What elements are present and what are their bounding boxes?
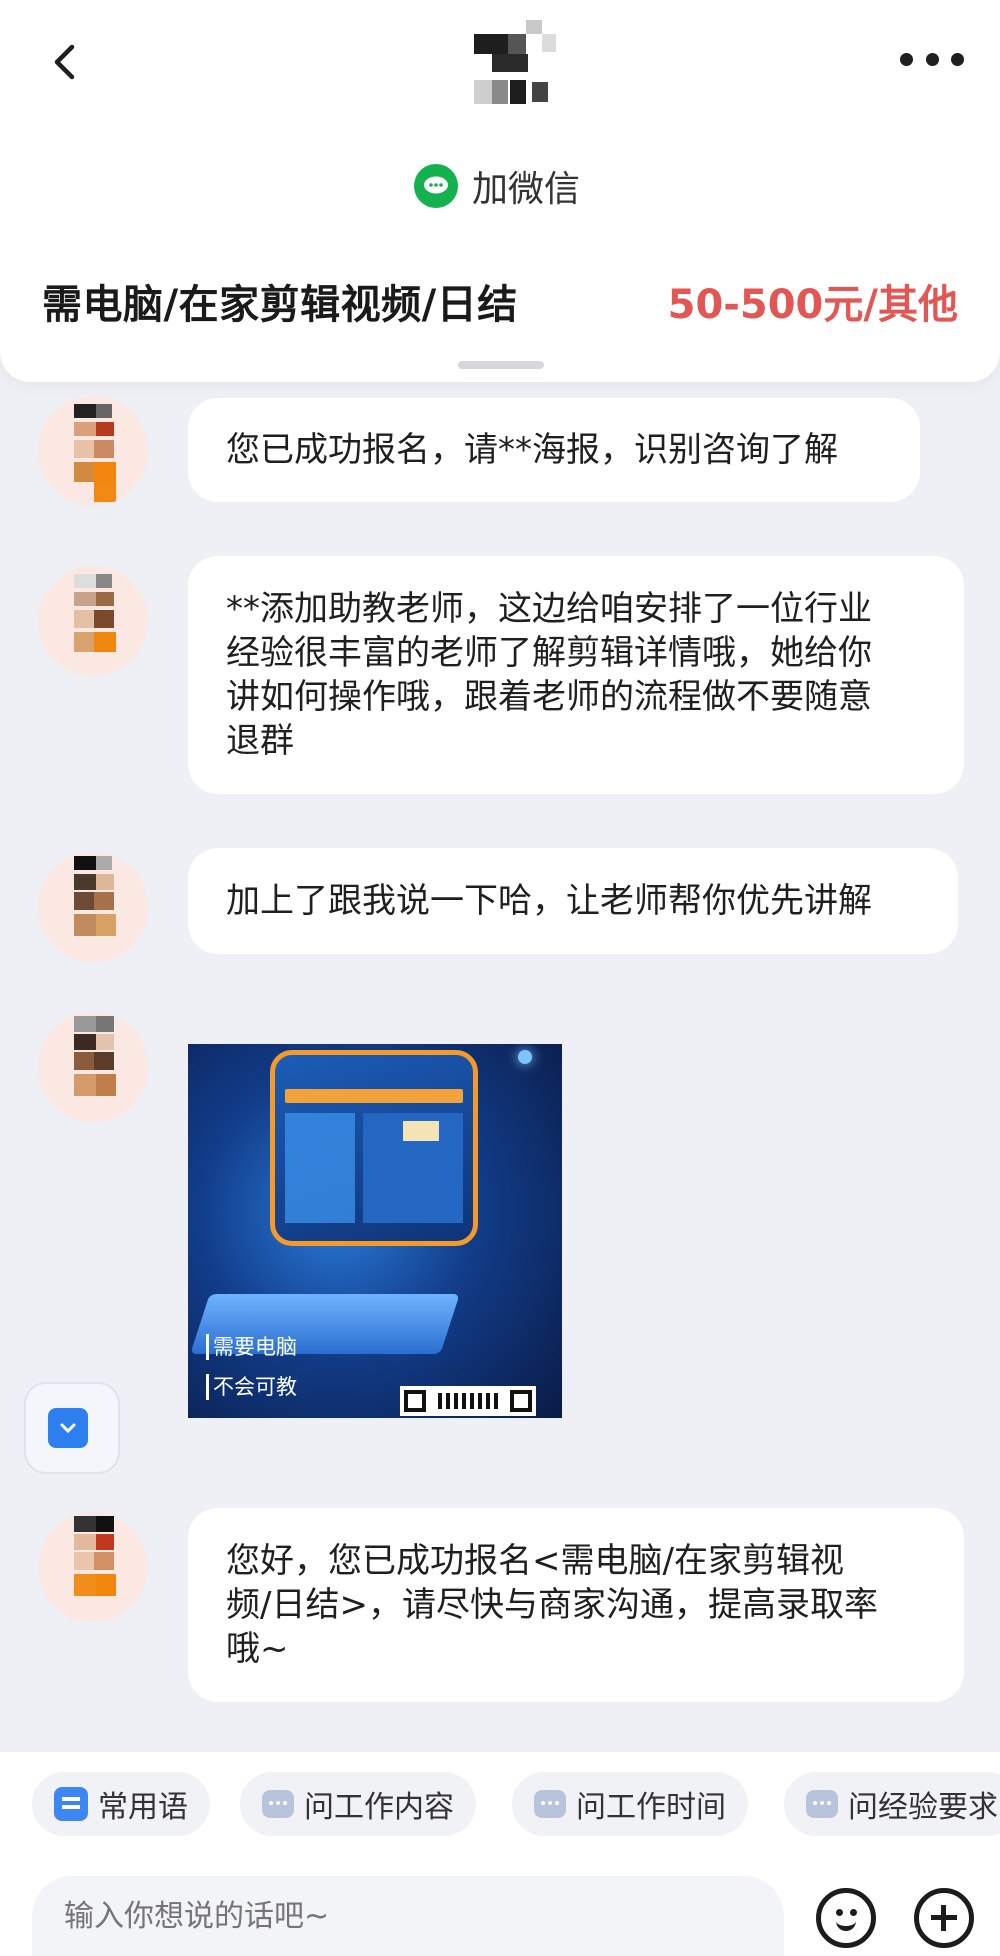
image-tag: 需要电脑 <box>206 1334 297 1360</box>
wechat-label: 加微信 <box>472 169 581 210</box>
monitor-illustration <box>270 1050 478 1246</box>
quick-reply-experience[interactable]: 问经验要求 <box>784 1772 1000 1836</box>
bottom-input-bar: 常用语 问工作内容 问工作时间 问经验要求 <box>0 1752 1000 1956</box>
message-text: **添加助教老师，这边给咱安排了一位行业 经验很丰富的老师了解剪辑详情哦，她给你… <box>226 589 872 761</box>
image-message[interactable]: 需要电脑 不会可教 <box>188 1044 562 1418</box>
message-text: 您已成功报名，请**海报，识别咨询了解 <box>226 430 838 470</box>
message-bubble[interactable]: **添加助教老师，这边给咱安排了一位行业 经验很丰富的老师了解剪辑详情哦，她给你… <box>188 556 964 794</box>
more-button[interactable] <box>900 42 964 76</box>
quick-reply-job-time[interactable]: 问工作时间 <box>512 1772 748 1836</box>
plus-button[interactable] <box>914 1888 974 1948</box>
floating-shortcut-button[interactable] <box>24 1382 120 1474</box>
message-bubble[interactable]: 您好，您已成功报名<需电脑/在家剪辑视 频/日结>，请尽快与商家沟通，提高录取率… <box>188 1508 964 1702</box>
avatar[interactable] <box>38 1012 148 1122</box>
quick-reply-job-content[interactable]: 问工作内容 <box>240 1772 476 1836</box>
chat-bubble-icon <box>534 1790 566 1818</box>
chip-label: 问工作内容 <box>304 1790 454 1825</box>
chevron-left-icon <box>54 44 75 80</box>
drag-handle[interactable] <box>458 361 544 369</box>
qr-code <box>400 1386 536 1416</box>
chip-label: 常用语 <box>98 1790 188 1825</box>
job-header-card: 加微信 需电脑/在家剪辑视频/日结 50-500元/其他 <box>0 0 1000 382</box>
avatar[interactable] <box>38 566 148 676</box>
chip-label: 问经验要求 <box>848 1790 998 1825</box>
add-wechat-button[interactable]: 加微信 <box>414 158 580 214</box>
job-title: 需电脑/在家剪辑视频/日结 <box>42 282 518 328</box>
chip-label: 问工作时间 <box>576 1790 726 1825</box>
chat-bubble-icon <box>806 1790 838 1818</box>
message-input[interactable] <box>32 1876 784 1956</box>
phrasebook-icon <box>54 1787 88 1821</box>
message-text: 您好，您已成功报名<需电脑/在家剪辑视 频/日结>，请尽快与商家沟通，提高录取率… <box>226 1541 878 1669</box>
emoji-icon <box>836 1909 843 1916</box>
emoji-button[interactable] <box>816 1888 876 1948</box>
message-bubble[interactable]: 您已成功报名，请**海报，识别咨询了解 <box>188 398 920 502</box>
avatar[interactable] <box>38 396 148 506</box>
back-button[interactable] <box>44 38 84 86</box>
message-bubble[interactable]: 加上了跟我说一下哈，让老师帮你优先讲解 <box>188 848 958 954</box>
message-text: 加上了跟我说一下哈，让老师帮你优先讲解 <box>226 881 872 921</box>
avatar[interactable] <box>38 852 148 962</box>
shortcut-icon <box>48 1408 88 1448</box>
image-tag: 不会可教 <box>206 1374 297 1400</box>
avatar[interactable] <box>38 1512 148 1622</box>
quick-reply-common-phrases[interactable]: 常用语 <box>32 1772 210 1836</box>
wechat-icon <box>414 164 458 208</box>
more-dots-icon <box>900 52 913 66</box>
chat-bubble-icon <box>262 1790 294 1818</box>
job-salary: 50-500元/其他 <box>667 282 958 328</box>
contact-name-pixelated <box>472 20 568 112</box>
